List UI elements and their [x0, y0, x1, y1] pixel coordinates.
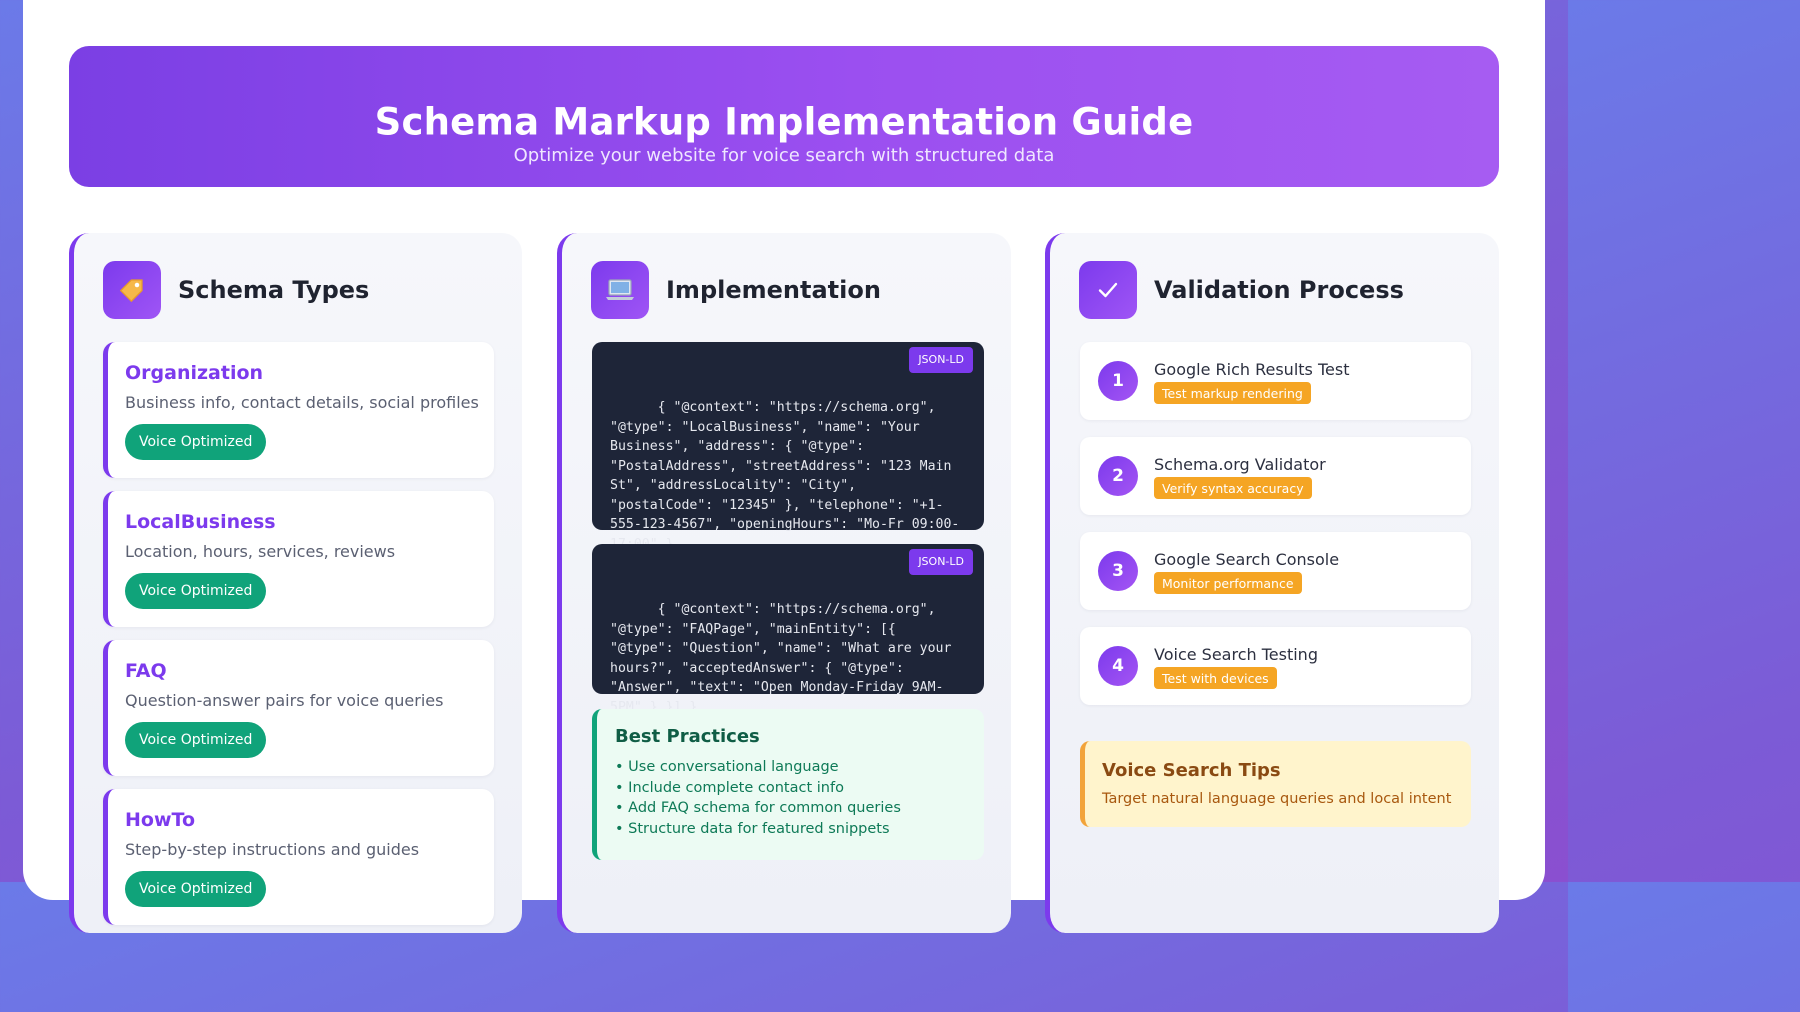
implementation-title: Implementation	[666, 276, 881, 304]
list-item: • Add FAQ schema for common queries	[615, 800, 901, 817]
voice-search-tips-box: Voice Search Tips Target natural languag…	[1080, 741, 1471, 827]
best-practices-box: Best Practices • Use conversational lang…	[592, 709, 984, 860]
schema-card-localbusiness[interactable]: LocalBusiness Location, hours, services,…	[103, 491, 494, 627]
validation-panel: Validation Process 1 Google Rich Results…	[1045, 233, 1499, 933]
schema-card-name: LocalBusiness	[125, 511, 276, 533]
list-item: • Structure data for featured snippets	[615, 821, 890, 838]
step-title: Google Search Console	[1154, 550, 1340, 569]
voice-optimized-badge: Voice Optimized	[125, 722, 267, 758]
voice-optimized-badge: Voice Optimized	[125, 573, 267, 609]
json-ld-tag: JSON-LD	[909, 549, 973, 575]
page-title: Schema Markup Implementation Guide	[374, 100, 1194, 144]
implementation-panel: Implementation JSON-LD { "@context": "ht…	[557, 233, 1011, 933]
schema-types-title: Schema Types	[178, 276, 370, 304]
schema-card-name: HowTo	[125, 809, 195, 831]
step-number: 4	[1098, 646, 1138, 686]
schema-card-desc: Business info, contact details, social p…	[125, 393, 479, 412]
step-title: Voice Search Testing	[1154, 645, 1318, 664]
schema-card-faq[interactable]: FAQ Question-answer pairs for voice quer…	[103, 640, 494, 776]
validation-step[interactable]: 3 Google Search Console Monitor performa…	[1080, 532, 1471, 610]
tips-text: Target natural language queries and loca…	[1102, 791, 1452, 807]
step-title: Google Rich Results Test	[1154, 360, 1350, 379]
schema-card-name: FAQ	[125, 660, 167, 682]
validation-step[interactable]: 2 Schema.org Validator Verify syntax acc…	[1080, 437, 1471, 515]
validation-step[interactable]: 4 Voice Search Testing Test with devices	[1080, 627, 1471, 705]
list-item: • Include complete contact info	[615, 779, 844, 796]
schema-card-name: Organization	[125, 362, 264, 384]
best-practices-list: • Use conversational language • Include …	[615, 757, 966, 840]
page-container: Schema Markup Implementation Guide Optim…	[23, 0, 1545, 933]
code-text: { "@context": "https://schema.org", "@ty…	[610, 602, 960, 715]
header-banner: Schema Markup Implementation Guide Optim…	[69, 46, 1499, 187]
laptop-icon	[591, 261, 649, 319]
step-badge: Test markup rendering	[1154, 382, 1311, 404]
list-item: • Use conversational language	[615, 759, 839, 775]
schema-types-header: Schema Types	[103, 261, 369, 319]
page-subtitle: Optimize your website for voice search w…	[513, 145, 1055, 166]
validation-header: Validation Process	[1079, 261, 1404, 319]
schema-types-panel: Schema Types Organization Business info,…	[69, 233, 522, 933]
schema-card-organization[interactable]: Organization Business info, contact deta…	[103, 342, 494, 478]
schema-card-desc: Question-answer pairs for voice queries	[125, 691, 444, 710]
tips-title: Voice Search Tips	[1102, 760, 1281, 781]
json-ld-tag: JSON-LD	[909, 347, 973, 373]
step-number: 3	[1098, 551, 1138, 591]
step-badge: Monitor performance	[1154, 572, 1302, 594]
code-block-faqpage: JSON-LD { "@context": "https://schema.or…	[592, 544, 984, 715]
schema-card-desc: Location, hours, services, reviews	[125, 542, 396, 561]
tag-icon	[103, 261, 161, 319]
validation-step[interactable]: 1 Google Rich Results Test Test markup r…	[1080, 342, 1471, 420]
schema-card-desc: Step-by-step instructions and guides	[125, 840, 420, 859]
implementation-header: Implementation	[591, 261, 881, 319]
best-practices-title: Best Practices	[615, 726, 760, 747]
code-block-localbusiness: JSON-LD { "@context": "https://schema.or…	[592, 342, 984, 552]
schema-card-howto[interactable]: HowTo Step-by-step instructions and guid…	[103, 789, 494, 925]
step-title: Schema.org Validator	[1154, 455, 1326, 474]
voice-optimized-badge: Voice Optimized	[125, 424, 267, 460]
voice-optimized-badge: Voice Optimized	[125, 871, 267, 907]
validation-title: Validation Process	[1154, 276, 1404, 304]
step-number: 1	[1098, 361, 1138, 401]
step-number: 2	[1098, 456, 1138, 496]
step-badge: Verify syntax accuracy	[1154, 477, 1312, 499]
check-icon	[1079, 261, 1137, 319]
step-badge: Test with devices	[1154, 667, 1277, 689]
code-text: { "@context": "https://schema.org", "@ty…	[610, 400, 960, 552]
